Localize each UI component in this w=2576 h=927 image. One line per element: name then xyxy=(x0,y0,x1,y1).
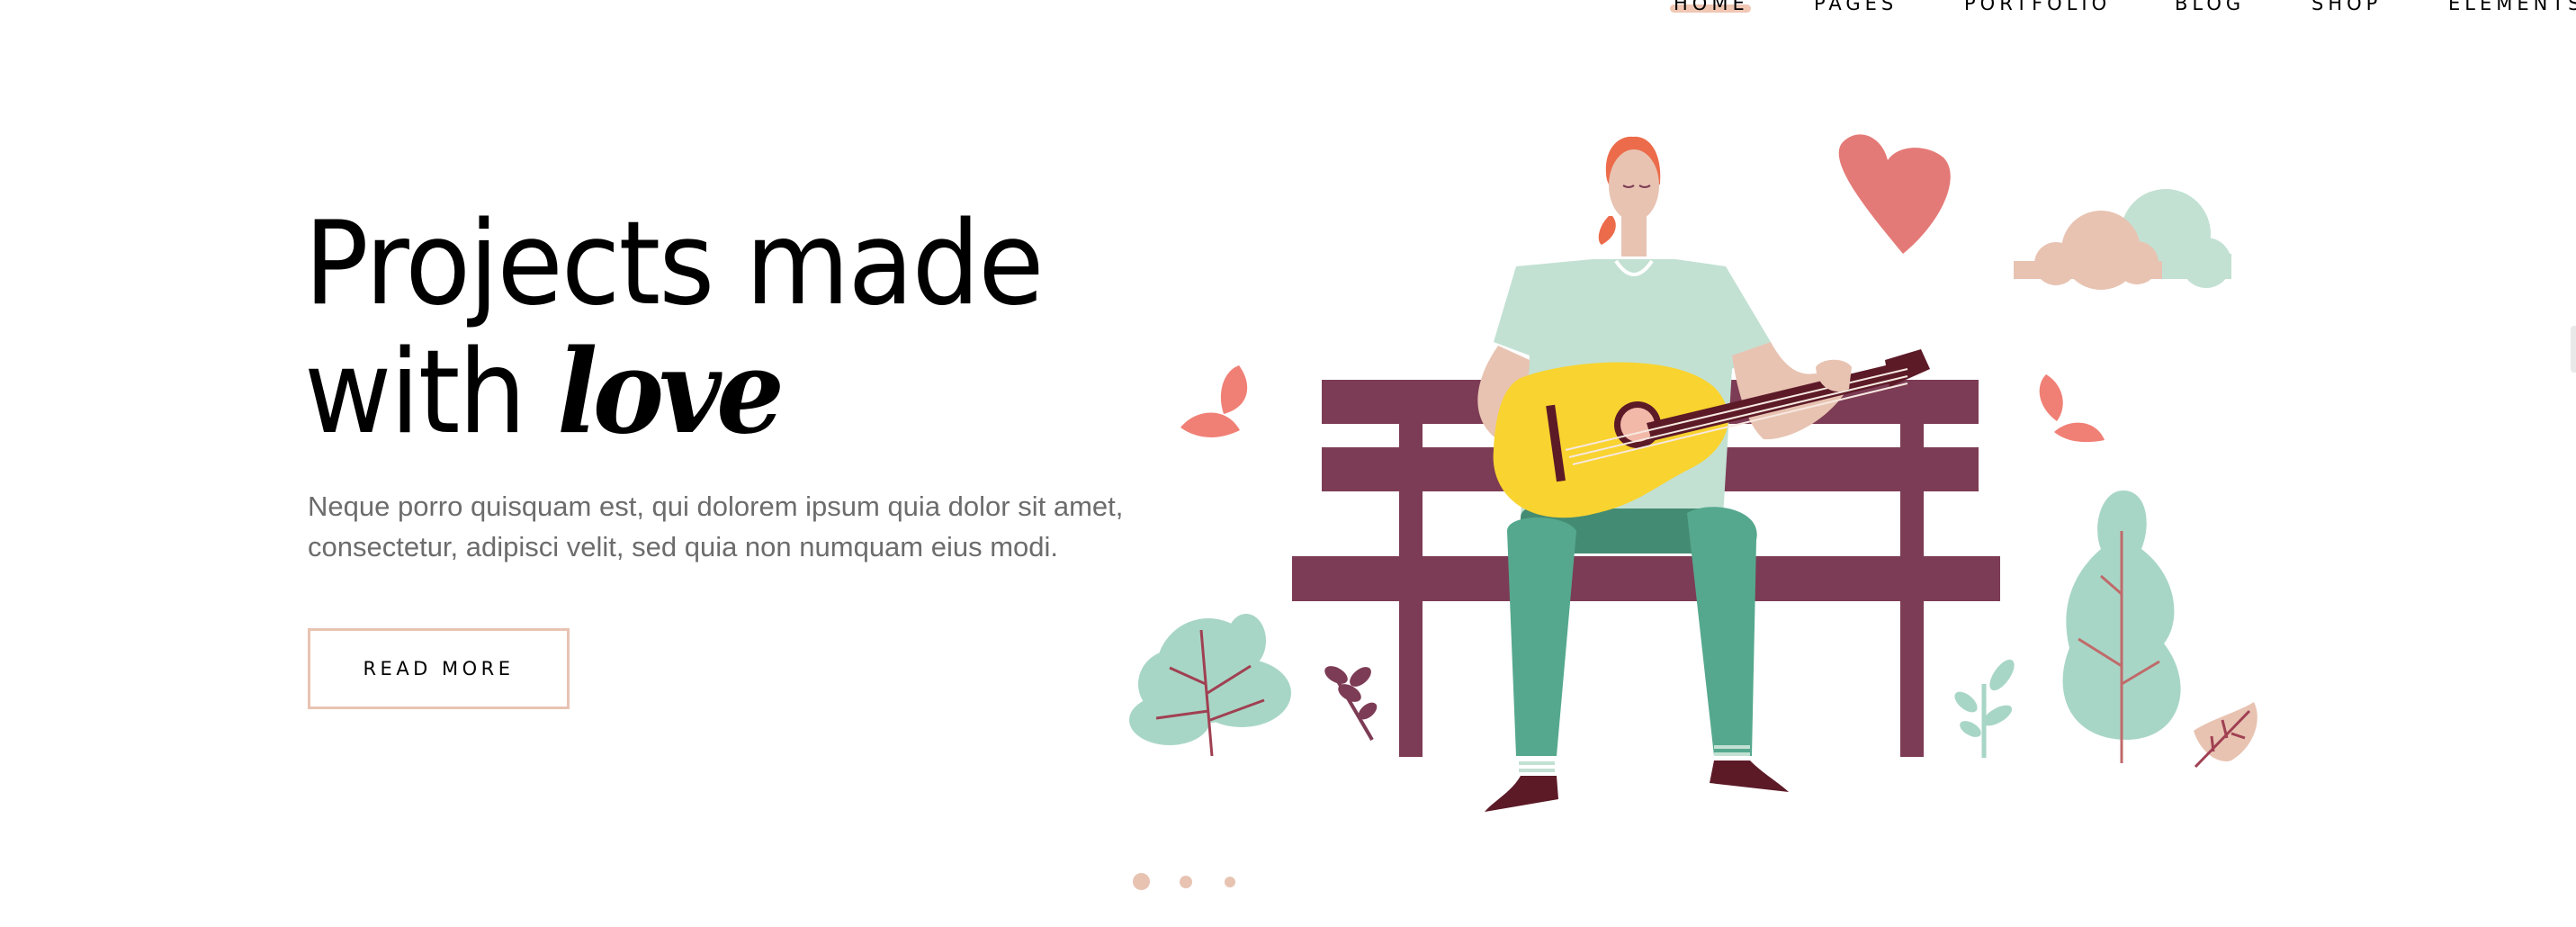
slider-dot-3[interactable] xyxy=(1225,877,1235,887)
slider-dot-2[interactable] xyxy=(1180,876,1192,888)
plant-sprig-right xyxy=(1954,659,2015,758)
plant-bush-left xyxy=(1129,614,1291,757)
fallen-leaf-icon xyxy=(2194,702,2257,769)
flying-leaf-icon xyxy=(2039,374,2105,443)
flying-leaf-icon xyxy=(1180,365,1248,437)
man-playing-guitar-on-bench-illustration xyxy=(1129,134,2257,812)
cloud-icon xyxy=(2014,189,2231,290)
plant-sprig-left xyxy=(1324,666,1378,742)
heart-icon xyxy=(1838,134,1951,254)
side-panel-toggle[interactable] xyxy=(2571,326,2576,373)
plant-tree-right xyxy=(2062,490,2181,763)
slider-dot-1[interactable] xyxy=(1133,873,1150,890)
